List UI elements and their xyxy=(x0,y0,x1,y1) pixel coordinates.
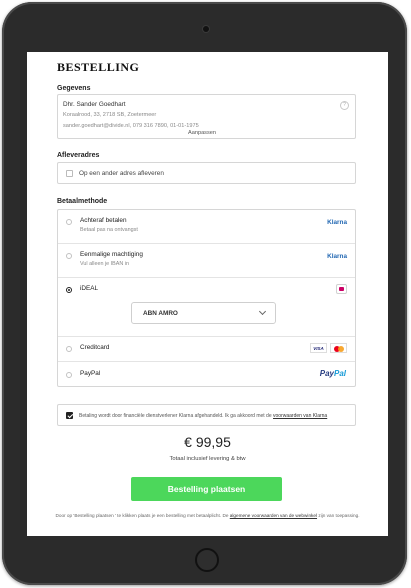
payment-name: Achteraf betalen xyxy=(80,217,127,224)
klarna-terms-link[interactable]: voorwaarden van Klarna xyxy=(273,413,327,419)
agreement-text-body: Betaling wordt door financiële dienstver… xyxy=(79,413,274,419)
paypal-logo-pay: Pay xyxy=(319,369,334,378)
payment-methods-card: Achteraf betalen Betaal pas na ontvangst… xyxy=(57,209,356,387)
payment-option-creditcard[interactable]: Creditcard VISA xyxy=(58,337,355,362)
paypal-logo-pal: Pal xyxy=(333,369,346,378)
page-title: BESTELLING xyxy=(57,60,140,74)
afleveradres-heading: Afleveradres xyxy=(57,152,100,159)
payment-name: Creditcard xyxy=(80,344,110,351)
payment-option-machtiging[interactable]: Eenmalige machtiging Vul alleen je IBAN … xyxy=(58,244,355,278)
alt-address-row[interactable]: Op een ander adres afleveren xyxy=(57,162,356,184)
alt-address-checkbox[interactable] xyxy=(66,170,73,177)
gegevens-heading: Gegevens xyxy=(57,85,91,92)
bank-select-value: ABN AMRO xyxy=(143,310,178,317)
info-icon[interactable]: ? xyxy=(340,101,349,110)
paypal-logo: PayPal xyxy=(320,369,346,378)
mastercard-icon xyxy=(330,343,347,353)
home-button[interactable] xyxy=(195,548,219,572)
tablet-frame: BESTELLING Gegevens Dhr. Sander Goedhart… xyxy=(2,2,407,585)
payment-option-paypal[interactable]: PayPal PayPal xyxy=(58,362,355,388)
customer-contact: sander.goedhart@divide.nl, 079 316 7890,… xyxy=(63,123,199,129)
edit-details-link[interactable]: Aanpassen xyxy=(186,130,218,136)
radio-machtiging[interactable] xyxy=(66,253,72,259)
betaalmethode-heading: Betaalmethode xyxy=(57,198,108,205)
radio-achteraf[interactable] xyxy=(66,219,72,225)
payment-subtext: Betaal pas na ontvangst xyxy=(80,227,138,233)
checkout-screen: BESTELLING Gegevens Dhr. Sander Goedhart… xyxy=(27,52,388,536)
payment-option-achteraf[interactable]: Achteraf betalen Betaal pas na ontvangst… xyxy=(58,210,355,244)
customer-address: Koraalrood, 33, 2718 SB, Zoetermeer xyxy=(63,112,157,118)
alt-address-label: Op een ander adres afleveren xyxy=(79,170,164,177)
order-total: € 99,95 xyxy=(184,434,231,450)
agreement-row: Betaling wordt door financiële dienstver… xyxy=(57,404,356,426)
radio-ideal[interactable] xyxy=(66,287,72,293)
agreement-text: Betaling wordt door financiële dienstver… xyxy=(79,413,327,419)
ideal-icon xyxy=(336,284,347,294)
klarna-logo: Klarna xyxy=(327,253,347,260)
agreement-checkbox[interactable] xyxy=(66,412,73,419)
radio-creditcard[interactable] xyxy=(66,346,72,352)
klarna-logo: Klarna xyxy=(327,219,347,226)
legal-footer: Door op 'Bestelling plaatsen ' te klikke… xyxy=(55,511,360,520)
bank-select[interactable]: ABN AMRO xyxy=(131,302,276,324)
radio-paypal[interactable] xyxy=(66,372,72,378)
legal-footer-before: Door op 'Bestelling plaatsen ' te klikke… xyxy=(55,513,230,518)
camera-icon xyxy=(203,26,209,32)
payment-name: PayPal xyxy=(80,370,101,377)
chevron-down-icon xyxy=(258,307,267,316)
terms-link[interactable]: algemene voorwaarden van de webwinkel xyxy=(230,513,317,518)
payment-name: Eenmalige machtiging xyxy=(80,251,143,258)
customer-name: Dhr. Sander Goedhart xyxy=(63,101,126,108)
payment-subtext: Vul alleen je IBAN in xyxy=(80,261,129,267)
payment-name: iDEAL xyxy=(80,285,99,292)
visa-icon: VISA xyxy=(310,343,327,353)
order-total-subtitle: Totaal inclusief levering & btw xyxy=(169,456,246,462)
legal-footer-after: zijn van toepassing. xyxy=(317,513,360,518)
place-order-button[interactable]: Bestelling plaatsen xyxy=(131,477,282,501)
